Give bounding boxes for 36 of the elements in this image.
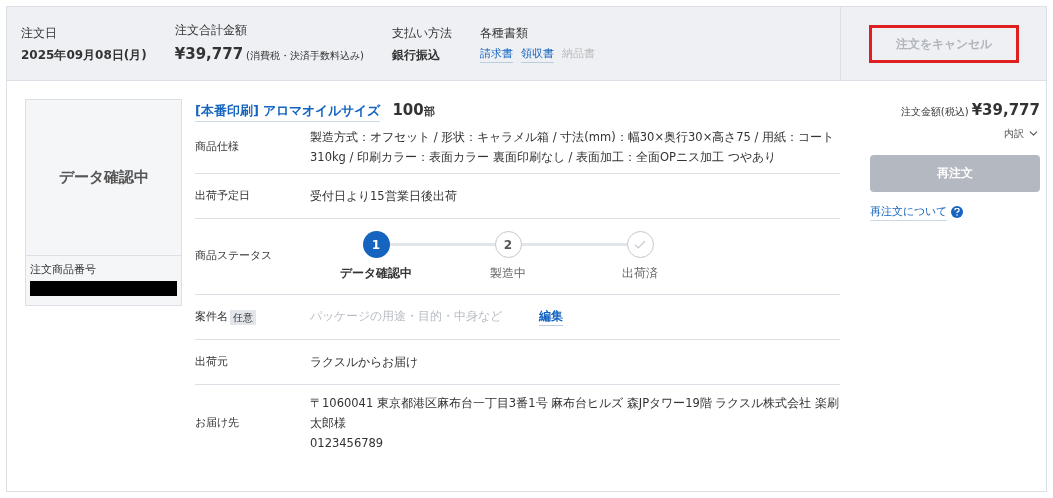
item-number-label: 注文商品番号 bbox=[30, 262, 97, 278]
row-value: 〒1060041 東京都港区麻布台一丁目3番1号 麻布台ヒルズ 森JPタワー19階 ラクスル株式会社 楽刷太郎様 bbox=[310, 395, 840, 432]
row-label: 商品仕様 bbox=[195, 138, 239, 155]
field-value: 銀行振込 bbox=[391, 46, 440, 64]
field-note: (消費税・決済手数料込み) bbox=[246, 49, 364, 64]
product-title-link[interactable]: [本番印刷] アロマオイルサイズ bbox=[195, 101, 381, 122]
row-label: 商品ステータス bbox=[195, 248, 272, 265]
row-value: 0123456789 bbox=[310, 435, 385, 452]
help-icon[interactable] bbox=[951, 206, 963, 219]
field-label: 各種書類 bbox=[479, 24, 529, 42]
step-label: データ確認中 bbox=[340, 265, 412, 282]
field-label: 支払い方法 bbox=[391, 24, 452, 42]
price-label: 注文金額(税込) bbox=[900, 105, 969, 119]
row-value: 製造方式：オフセット / 形状：キャラメル箱 / 寸法(mm)：幅30×奥行30×高さ75 / 用紙：コート310kg / 印刷カラー：表面カラー 裏面印刷なし / 表面加工：全面OPニス加工 つやあり bbox=[310, 129, 836, 166]
row-value: ラクスルからお届け bbox=[310, 354, 419, 371]
field-value: ¥39,777 bbox=[174, 44, 244, 66]
document-link[interactable]: 領収書 bbox=[520, 45, 554, 64]
field-value: 2025年09月08日(月) bbox=[21, 46, 147, 64]
order-price: ¥39,777 bbox=[971, 100, 1040, 121]
thumbnail-status: データ確認中 bbox=[58, 167, 149, 189]
document-link[interactable]: 請求書 bbox=[479, 45, 513, 64]
quantity: 100部 bbox=[392, 100, 435, 121]
field-label: 注文合計金額 bbox=[174, 22, 248, 40]
breakdown-toggle[interactable]: 内訳 bbox=[1004, 125, 1040, 141]
row-label: 出荷予定日 bbox=[195, 187, 250, 204]
step-label: 出荷済 bbox=[622, 265, 658, 282]
edit-link[interactable]: 編集 bbox=[539, 307, 563, 327]
reorder-help-link[interactable]: 再注文について bbox=[870, 203, 947, 221]
step-label: 製造中 bbox=[490, 265, 526, 282]
field-label: 注文日 bbox=[21, 24, 58, 42]
row-label: 案件名 bbox=[195, 308, 228, 325]
row-value: 受付日より15営業日後出荷 bbox=[310, 188, 458, 205]
project-name-field[interactable]: パッケージの用途・目的・中身など bbox=[310, 308, 525, 326]
optional-tag: 任意 bbox=[230, 309, 256, 325]
row-label: お届け先 bbox=[195, 414, 239, 431]
row-label: 出荷元 bbox=[195, 353, 228, 370]
